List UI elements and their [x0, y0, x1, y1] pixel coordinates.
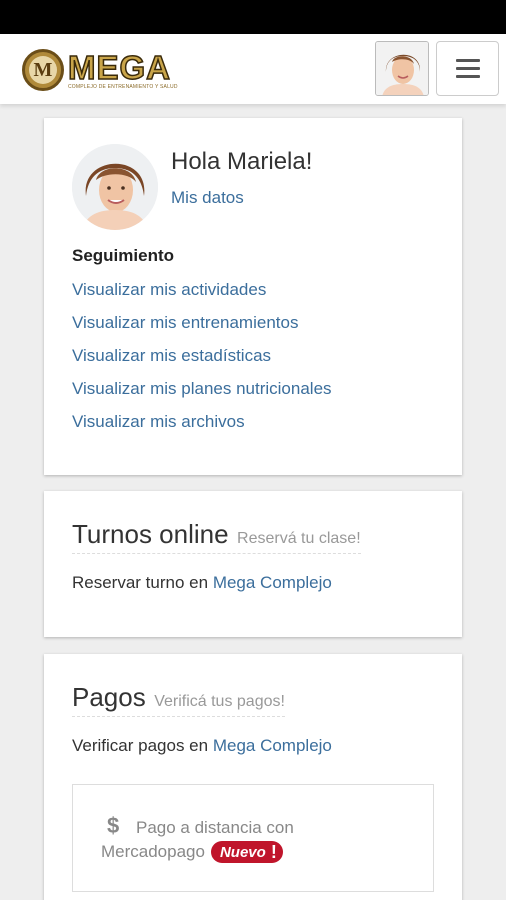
- profile-photo-icon: [72, 144, 158, 230]
- turnos-text: Reservar turno en: [72, 573, 209, 592]
- user-photo-icon: [376, 42, 428, 95]
- link-statistics[interactable]: Visualizar mis estadísticas: [72, 344, 332, 377]
- mercadopago-box[interactable]: $ Pago a distancia con Mercadopago Nuevo…: [72, 784, 434, 892]
- new-badge-label: Nuevo: [219, 843, 266, 861]
- logo-emblem-icon: M: [22, 49, 64, 91]
- my-data-link[interactable]: Mis datos: [171, 188, 244, 208]
- pay-line-1: $ Pago a distancia con: [107, 813, 294, 839]
- profile-card: Hola Mariela! Mis datos Seguimiento Visu…: [44, 118, 462, 475]
- pay-line-2: Mercadopago Nuevo !: [101, 841, 283, 863]
- tracking-links: Visualizar mis actividades Visualizar mi…: [72, 278, 332, 443]
- top-navbar: M MEGA COMPLEJO DE ENTRENAMIENTO Y SALUD: [0, 34, 506, 104]
- turnos-subtitle: Reservá tu clase!: [237, 530, 361, 547]
- mega-logo[interactable]: M MEGA COMPLEJO DE ENTRENAMIENTO Y SALUD: [22, 48, 178, 92]
- pay-text-2: Mercadopago: [101, 842, 205, 861]
- greeting-text: Hola Mariela!: [171, 148, 313, 175]
- tracking-title: Seguimiento: [72, 246, 175, 265]
- pagos-title: Pagos: [72, 682, 146, 712]
- link-trainings[interactable]: Visualizar mis entrenamientos: [72, 311, 332, 344]
- pagos-row: Verificar pagos en Mega Complejo: [72, 736, 332, 756]
- turnos-card: Turnos online Reservá tu clase! Reservar…: [44, 491, 462, 637]
- status-bar: [0, 0, 506, 34]
- logo-word: MEGA: [67, 48, 171, 86]
- logo-text: MEGA COMPLEJO DE ENTRENAMIENTO Y SALUD: [67, 48, 178, 90]
- turnos-row: Reservar turno en Mega Complejo: [72, 573, 332, 593]
- user-avatar-button[interactable]: [375, 41, 429, 96]
- dollar-icon: $: [107, 813, 120, 838]
- new-badge: Nuevo !: [210, 841, 283, 863]
- link-activities[interactable]: Visualizar mis actividades: [72, 278, 332, 311]
- pagos-card: Pagos Verificá tus pagos! Verificar pago…: [44, 654, 462, 900]
- pagos-heading: Pagos Verificá tus pagos!: [72, 682, 285, 717]
- turnos-title: Turnos online: [72, 519, 229, 549]
- pagos-text: Verificar pagos en: [72, 736, 209, 755]
- profile-photo: [72, 144, 158, 230]
- link-nutrition-plans[interactable]: Visualizar mis planes nutricionales: [72, 377, 332, 410]
- pagos-mega-link[interactable]: Mega Complejo: [213, 736, 332, 755]
- pagos-subtitle: Verificá tus pagos!: [154, 693, 285, 710]
- turnos-heading: Turnos online Reservá tu clase!: [72, 519, 361, 554]
- logo-subtitle: COMPLEJO DE ENTRENAMIENTO Y SALUD: [68, 83, 178, 90]
- link-files[interactable]: Visualizar mis archivos: [72, 410, 332, 443]
- hamburger-menu-icon[interactable]: [436, 41, 499, 96]
- exclamation-icon: !: [270, 842, 277, 862]
- pay-text-1: Pago a distancia con: [135, 818, 294, 837]
- turnos-mega-link[interactable]: Mega Complejo: [213, 573, 332, 592]
- logo-letter: M: [29, 56, 57, 84]
